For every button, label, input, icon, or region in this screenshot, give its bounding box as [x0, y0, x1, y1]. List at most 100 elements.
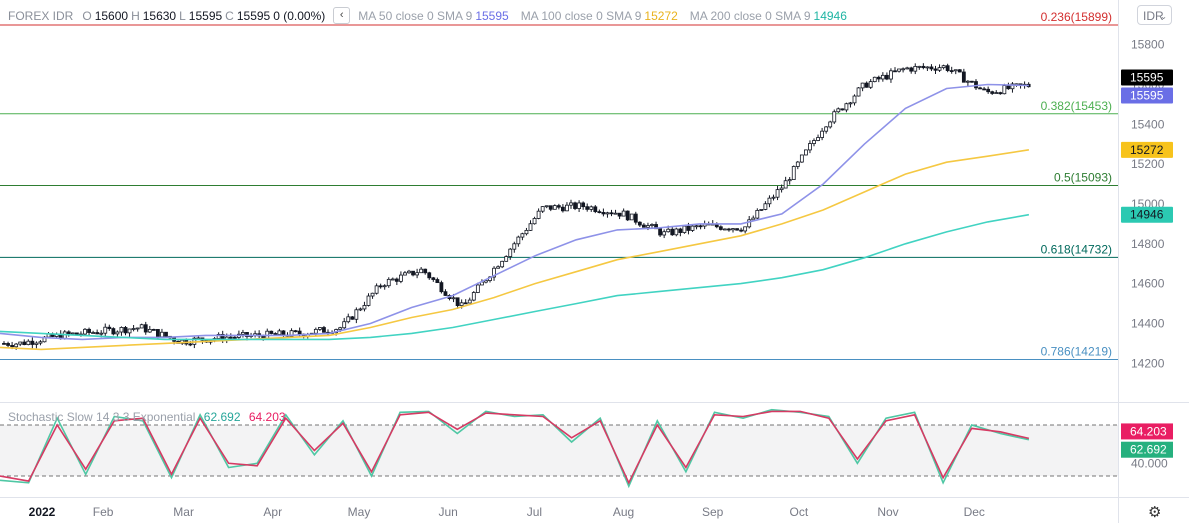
candle-body: [366, 295, 371, 306]
stochastic-label[interactable]: Stochastic Slow 14 3 3 Exponential: [8, 410, 195, 424]
time-tick-label-2: Mar: [173, 505, 194, 519]
candle-body: [953, 69, 958, 72]
candle-body: [779, 187, 784, 191]
candle-body: [228, 336, 233, 339]
candle-body: [864, 82, 869, 88]
candle-body: [540, 206, 545, 212]
candle-body: [322, 327, 326, 333]
candle-body: [403, 272, 407, 276]
candle-body: [350, 316, 355, 320]
candle-body: [459, 302, 464, 306]
low-value: 15595: [188, 8, 223, 23]
ma200-label[interactable]: MA 200 close 0 SMA 9: [690, 9, 811, 23]
candle-body: [103, 326, 108, 334]
candle-body: [812, 140, 816, 144]
ma50-value: 15595: [475, 8, 509, 23]
candle-body: [755, 210, 760, 219]
candle-body: [787, 179, 792, 182]
candle-body: [913, 66, 918, 72]
candle-body: [160, 331, 164, 338]
candle-body: [909, 67, 914, 72]
candle-body: [775, 189, 780, 198]
candle-body: [974, 81, 978, 89]
candle-body: [986, 88, 991, 93]
candle-body: [471, 292, 476, 301]
ma200-value: 14946: [813, 8, 847, 23]
close-label: C: [225, 8, 234, 23]
candle-body: [439, 282, 444, 293]
ma100-label[interactable]: MA 100 close 0 SMA 9: [521, 9, 642, 23]
candle-body: [990, 91, 995, 94]
candle-body: [836, 108, 841, 113]
price-tick-label-8: 15800: [1131, 38, 1165, 52]
candle-body: [751, 217, 756, 221]
candle-body: [273, 333, 278, 335]
candle-body: [75, 332, 79, 335]
candle-body: [135, 327, 140, 330]
candle-body: [925, 66, 930, 69]
candle-body: [901, 68, 905, 71]
candle-body: [378, 285, 383, 288]
gear-icon[interactable]: ⚙: [1148, 503, 1161, 521]
candle-body: [658, 228, 662, 236]
stochastic-legend: Stochastic Slow 14 3 3 Exponential 62.69…: [8, 410, 286, 424]
candle-body: [593, 206, 598, 213]
candle-body: [427, 272, 432, 279]
close-value: 15595: [236, 8, 271, 23]
candle-body: [609, 212, 614, 215]
fib-label-2: 0.5(15093): [1054, 170, 1112, 184]
candle-body: [115, 331, 120, 335]
chart-canvas: 0.236(15899) 0.382(15453) 0.5(15093) 0.618(…: [0, 0, 1189, 523]
candle-body: [941, 65, 946, 69]
currency-button[interactable]: IDR ⌄: [1137, 5, 1172, 25]
price-tick-label-1: 14400: [1131, 316, 1165, 330]
candle-body: [880, 74, 885, 80]
candle-body: [83, 328, 87, 335]
candle-body: [155, 329, 160, 338]
candle-body: [354, 309, 359, 320]
candle-body: [435, 279, 440, 284]
ma50-label[interactable]: MA 50 close 0 SMA 9: [358, 9, 472, 23]
candle-body: [516, 236, 521, 245]
candle-body: [698, 225, 703, 228]
candle-body: [164, 331, 168, 337]
candle-body: [269, 330, 274, 334]
candle-body: [933, 68, 938, 71]
candle-body: [735, 228, 739, 231]
candle-body: [87, 328, 91, 333]
candle-body: [398, 274, 403, 282]
candle-body: [731, 228, 735, 231]
chevron-left-icon[interactable]: ‹: [333, 7, 351, 24]
candle-body: [718, 226, 723, 230]
candle-body: [277, 330, 282, 335]
time-tick-label-0: 2022: [29, 505, 56, 519]
candle-body: [443, 291, 448, 296]
candle-body: [795, 161, 800, 167]
candle-body: [674, 228, 679, 236]
low-label: L: [179, 8, 186, 23]
candle-body: [678, 228, 683, 233]
candle-body: [232, 336, 237, 339]
candle-body: [844, 103, 849, 111]
candle-body: [690, 225, 695, 231]
fib-label-1: 0.382(15453): [1041, 99, 1112, 113]
candle-body: [670, 228, 675, 236]
price-tick-label-5: 15200: [1131, 157, 1165, 171]
candle-body: [625, 210, 630, 221]
candle-body: [961, 71, 966, 83]
fib-label-3: 0.618(14732): [1041, 242, 1112, 256]
candle-body: [949, 70, 954, 72]
fib-label-0: 0.236(15899): [1041, 10, 1112, 24]
candle-body: [26, 340, 31, 346]
candle-body: [820, 130, 824, 138]
candle-body: [585, 206, 590, 210]
candle-body: [601, 212, 606, 215]
price-pane: 0.236(15899) 0.382(15453) 0.5(15093) 0.618(…: [0, 10, 1118, 361]
candle-body: [382, 285, 387, 288]
candle-body: [589, 206, 594, 210]
candle-body: [18, 341, 23, 345]
candle-body: [970, 80, 974, 83]
candle-body: [188, 343, 193, 346]
open-label: O: [82, 8, 92, 23]
symbol-title[interactable]: FOREX IDR: [8, 9, 73, 23]
